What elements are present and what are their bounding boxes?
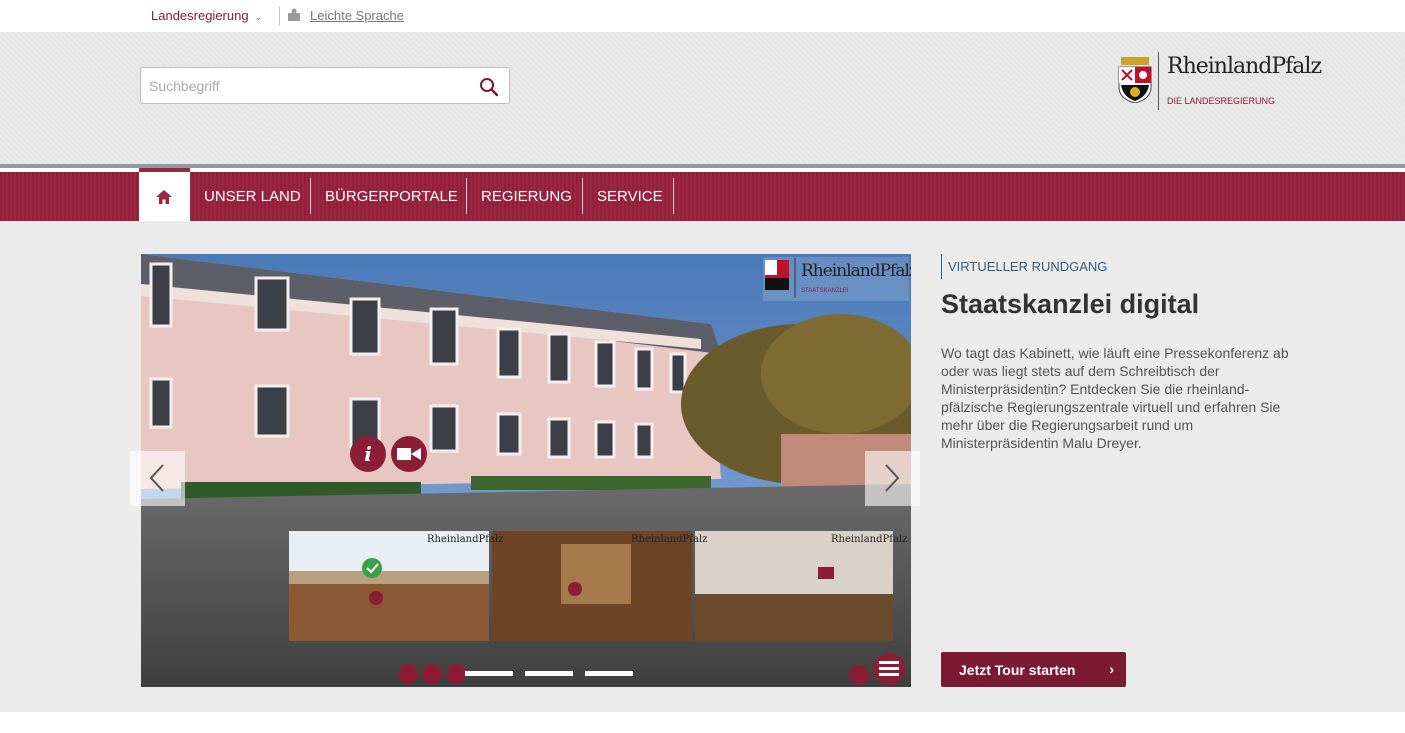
slider-prev-button[interactable] bbox=[130, 451, 185, 506]
thumb-logo: RheinlandPfalz bbox=[631, 534, 707, 545]
nav-item-buergerportale[interactable]: BÜRGERPORTALE bbox=[325, 172, 458, 221]
search-box bbox=[140, 67, 510, 104]
page-footer-gap bbox=[0, 712, 1405, 733]
main-content: RheinlandPfalz STAATSKANZLEI i Rheinland… bbox=[0, 221, 1405, 712]
nav-divider bbox=[310, 178, 311, 214]
slide-logo-name: RheinlandPfalz bbox=[801, 261, 911, 281]
site-logo[interactable]: RheinlandPfalz DIE LANDESREGIERUNG bbox=[1117, 52, 1322, 112]
nav-divider bbox=[466, 178, 467, 214]
leichte-sprache-link[interactable]: Leichte Sprache bbox=[310, 8, 404, 23]
chevron-right-icon bbox=[885, 464, 900, 492]
logo-subtitle: DIE LANDESREGIERUNG bbox=[1167, 96, 1276, 106]
header-stripe bbox=[0, 164, 1405, 168]
start-tour-label: Jetzt Tour starten bbox=[959, 662, 1076, 678]
feature-title: Staatskanzlei digital bbox=[941, 289, 1200, 319]
feature-category: VIRTUELLER RUNDGANG bbox=[941, 254, 1107, 279]
slide-indicator-2[interactable] bbox=[525, 671, 573, 676]
slide-image: RheinlandPfalz STAATSKANZLEI i Rheinland… bbox=[141, 254, 911, 687]
logo-name: RheinlandPfalz bbox=[1167, 54, 1322, 79]
thumb-logo: RheinlandPfalz bbox=[831, 534, 907, 545]
feature-text: Wo tagt das Kabinett, wie läuft eine Pre… bbox=[941, 345, 1289, 451]
logo-divider bbox=[1158, 52, 1159, 110]
search-icon[interactable] bbox=[479, 77, 499, 97]
slide-indicator-3[interactable] bbox=[585, 671, 633, 676]
site-header: RheinlandPfalz DIE LANDESREGIERUNG bbox=[0, 32, 1405, 168]
utility-bar: Landesregierung ⌄ Leichte Sprache bbox=[0, 0, 1405, 32]
coat-of-arms-icon bbox=[1118, 57, 1152, 103]
start-tour-button[interactable]: Jetzt Tour starten › bbox=[941, 652, 1126, 687]
thumbnail-strip: RheinlandPfalz RheinlandPfalz RheinlandP… bbox=[289, 531, 907, 641]
landesregierung-label: Landesregierung bbox=[151, 8, 249, 23]
slide-indicator-1[interactable] bbox=[465, 671, 513, 676]
slider-next-button[interactable] bbox=[865, 451, 920, 506]
nav-divider bbox=[582, 178, 583, 214]
chevron-left-icon bbox=[149, 464, 164, 492]
chevron-down-icon: ⌄ bbox=[254, 12, 263, 22]
image-slider[interactable]: RheinlandPfalz STAATSKANZLEI i Rheinland… bbox=[141, 254, 911, 687]
main-navigation: UNSER LAND BÜRGERPORTALE REGIERUNG SERVI… bbox=[0, 168, 1405, 221]
chevron-right-icon: › bbox=[1109, 661, 1114, 677]
slide-logo-sub: STAATSKANZLEI bbox=[801, 288, 849, 294]
nav-item-regierung[interactable]: REGIERUNG bbox=[481, 172, 572, 221]
search-input[interactable] bbox=[149, 76, 469, 96]
nav-home[interactable] bbox=[139, 168, 190, 221]
svg-text:i: i bbox=[364, 442, 372, 466]
nav-item-service[interactable]: SERVICE bbox=[597, 172, 663, 221]
nav-divider bbox=[673, 178, 674, 214]
nav-item-unser-land[interactable]: UNSER LAND bbox=[204, 172, 301, 221]
home-icon bbox=[156, 190, 172, 204]
landesregierung-menu[interactable]: Landesregierung ⌄ bbox=[151, 8, 262, 23]
thumb-logo: RheinlandPfalz bbox=[427, 534, 503, 545]
easy-language-icon bbox=[288, 8, 300, 21]
divider bbox=[279, 6, 280, 26]
